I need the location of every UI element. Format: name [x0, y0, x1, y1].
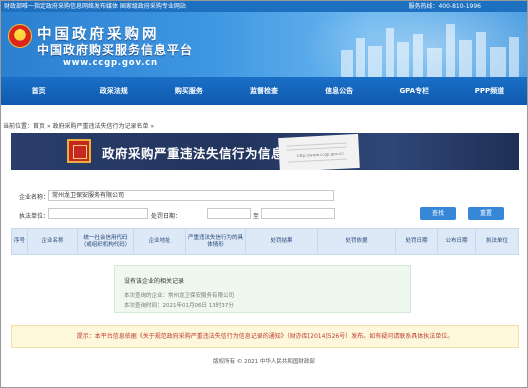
column-header: 处罚结果	[246, 229, 318, 254]
nav-item-regulations[interactable]: 政采法规	[76, 77, 151, 105]
no-results-notice: 没有该企业的相关记录 本次查询的企业：常州龙卫保安服务有限公司 本次查询时间：2…	[114, 265, 411, 313]
breadcrumb-separator: »	[148, 123, 155, 130]
date-to-input[interactable]	[261, 208, 335, 219]
query-time: 本次查询时间：2021年01月06日 13时37分	[124, 303, 234, 309]
national-emblem-logo	[8, 24, 32, 48]
company-name-label: 企业名称：	[19, 194, 50, 201]
search-form: 企业名称： 常州龙卫保安服务有限公司 执法单位： 处罚日期： 至 查找 重置	[11, 180, 519, 226]
info-tip: 提示：本平台信息依据《关于规范政府采购严重违法失信行为信息记录的通知》（财办库[…	[11, 325, 519, 348]
site-subtitle: 中国政府购买服务信息平台	[37, 43, 194, 57]
enforcement-unit-input[interactable]	[48, 208, 148, 219]
top-info-text: 财政部唯一指定政府采购信息网络发布媒体 国家级政府采购专业网站	[4, 3, 186, 10]
date-range-separator: 至	[253, 213, 260, 220]
nav-item-supervision[interactable]: 监督检查	[226, 77, 301, 105]
main-nav: 首页 政采法规 购买服务 监督检查 信息公告 GPA专栏 PPP频道	[1, 77, 527, 105]
enforcement-unit-label: 执法单位：	[19, 213, 50, 220]
results-table-header: 序号 企业名称 统一社会信用代码（或组织机构代码） 企业地址 严重违法失信行为的…	[11, 228, 519, 255]
breadcrumb-section-link[interactable]: 政府采购严重违法失信行为记录名单	[53, 123, 149, 130]
penalty-date-label: 处罚日期：	[151, 213, 182, 220]
service-hotline: 服务热线：400-810-1996	[408, 3, 481, 10]
column-header: 企业地址	[134, 229, 186, 254]
nav-item-ppp[interactable]: PPP频道	[452, 77, 527, 105]
queried-company: 本次查询的企业：常州龙卫保安服务有限公司	[124, 293, 235, 299]
column-header: 序号	[12, 229, 28, 254]
column-header: 处罚日期	[396, 229, 438, 254]
search-button[interactable]: 查找	[420, 207, 456, 220]
copyright-footer: 版权所有 © 2021 中华人民共和国财政部	[213, 359, 315, 365]
page-title-banner: 政府采购严重违法失信行为信息记录 http://www.ccgp.gov.cn	[11, 133, 519, 170]
site-url: www.ccgp.gov.cn	[63, 58, 158, 68]
document-url: http://www.ccgp.gov.cn	[296, 150, 344, 159]
column-header: 处罚依据	[318, 229, 396, 254]
nav-item-home[interactable]: 首页	[1, 77, 76, 105]
document-graphic: http://www.ccgp.gov.cn	[278, 133, 360, 170]
column-header: 企业名称	[28, 229, 78, 254]
building-skyline-graphic	[341, 24, 519, 77]
column-header: 执法单位	[485, 238, 508, 244]
nav-item-gpa[interactable]: GPA专栏	[377, 77, 452, 105]
column-header: 严重违法失信行为的具体情形	[186, 229, 246, 254]
nav-item-announcements[interactable]: 信息公告	[302, 77, 377, 105]
column-header: 统一社会信用代码（或组织机构代码）	[78, 229, 134, 254]
column-header: 公布日期	[438, 229, 476, 254]
date-from-input[interactable]	[207, 208, 251, 219]
breadcrumb-separator: »	[45, 123, 53, 130]
site-header: 中国政府采购网 中国政府购买服务信息平台 www.ccgp.gov.cn	[1, 12, 527, 77]
breadcrumb: 当前位置：首页 » 政府采购严重违法失信行为记录名单 »	[3, 121, 154, 130]
reset-button[interactable]: 重置	[468, 207, 504, 220]
document-line	[287, 158, 348, 163]
no-results-title: 没有该企业的相关记录	[124, 278, 185, 285]
seal-icon	[67, 139, 91, 163]
top-info-bar: 财政部唯一指定政府采购信息网络发布媒体 国家级政府采购专业网站 服务热线：400…	[1, 1, 527, 12]
breadcrumb-prefix: 当前位置：	[3, 123, 34, 130]
nav-item-services[interactable]: 购买服务	[151, 77, 226, 105]
breadcrumb-home-link[interactable]: 首页	[33, 123, 45, 130]
company-name-input[interactable]: 常州龙卫保安服务有限公司	[48, 190, 334, 201]
